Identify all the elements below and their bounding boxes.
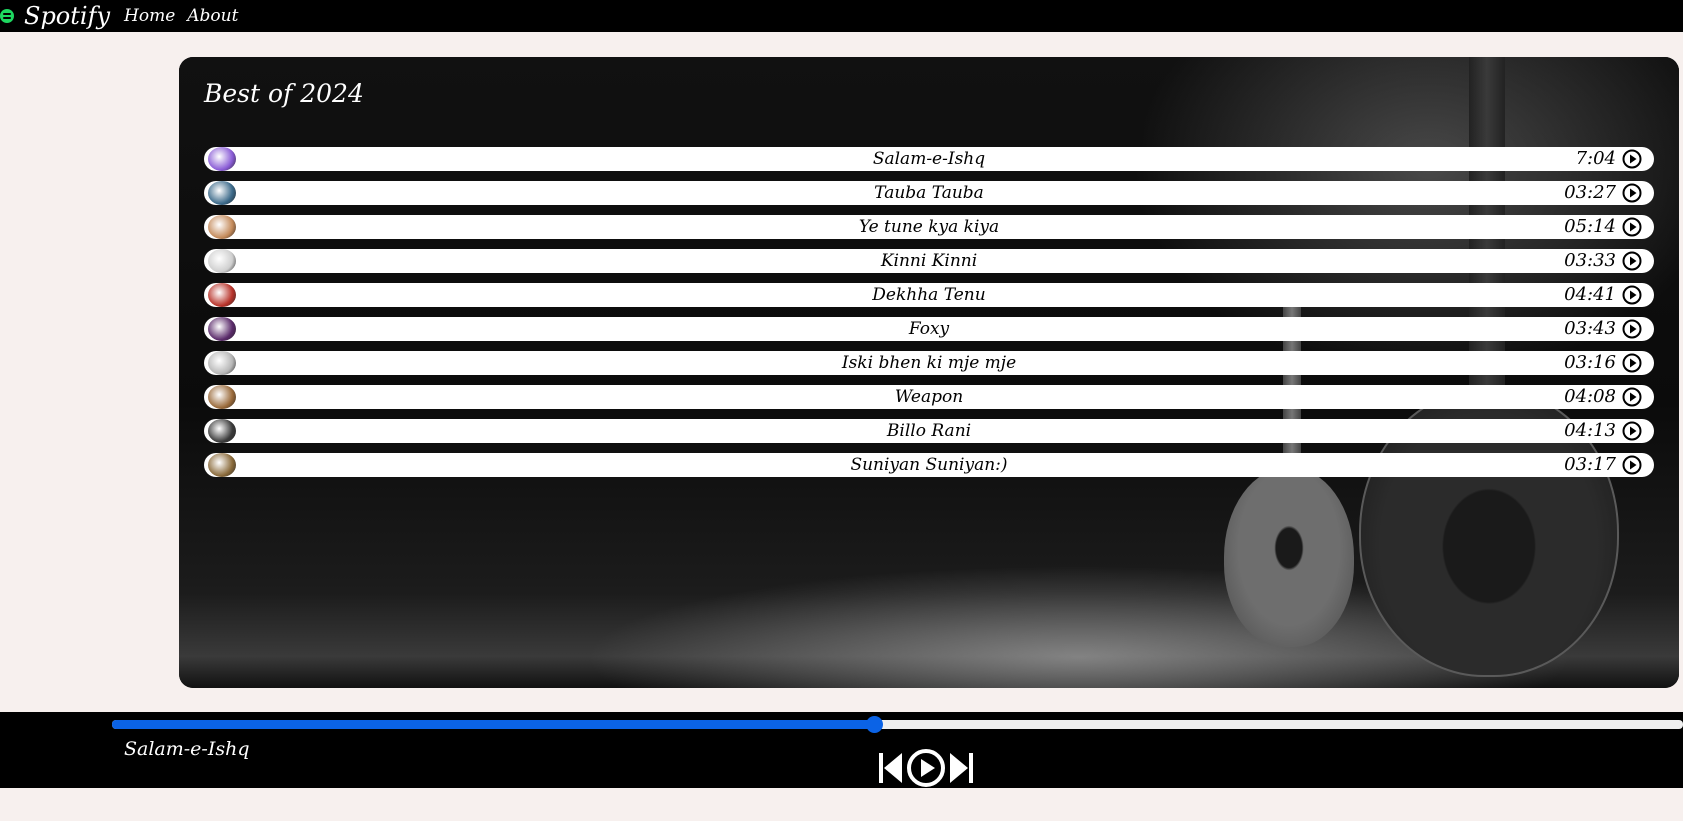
song-row[interactable]: Tauba Tauba 03:27: [204, 181, 1654, 205]
song-duration: 04:13: [1564, 420, 1616, 441]
play-circle-icon[interactable]: [1622, 421, 1642, 441]
song-duration: 03:33: [1564, 250, 1616, 271]
playlist-container: Best of 2024 Salam-e-Ishq 7:04 Tauba Tauba…: [179, 57, 1679, 688]
song-name: Foxy: [908, 319, 950, 339]
brand-name[interactable]: Spotify: [24, 2, 110, 30]
song-name: Billo Rani: [886, 421, 972, 441]
playback-controls: [878, 748, 974, 788]
song-name: Dekhha Tenu: [872, 285, 986, 305]
play-circle-icon[interactable]: [906, 748, 946, 788]
ukulele-body-decor: [1224, 467, 1354, 647]
song-name: Salam-e-Ishq: [872, 149, 986, 169]
next-icon[interactable]: [948, 751, 974, 785]
song-duration: 03:17: [1564, 454, 1616, 475]
play-circle-icon[interactable]: [1622, 455, 1642, 475]
song-duration: 05:14: [1564, 216, 1616, 237]
song-name: Weapon: [894, 387, 964, 407]
song-row[interactable]: Ye tune kya kiya 05:14: [204, 215, 1654, 239]
song-duration: 03:43: [1564, 318, 1616, 339]
song-list: Salam-e-Ishq 7:04 Tauba Tauba 03:27 Ye tune …: [204, 147, 1654, 487]
song-duration: 04:08: [1564, 386, 1616, 407]
song-row[interactable]: Salam-e-Ishq 7:04: [204, 147, 1654, 171]
progress-thumb[interactable]: [865, 716, 883, 733]
song-row[interactable]: Suniyan Suniyan:) 03:17: [204, 453, 1654, 477]
play-circle-icon[interactable]: [1622, 285, 1642, 305]
play-circle-icon[interactable]: [1622, 217, 1642, 237]
song-duration: 03:27: [1564, 182, 1616, 203]
progress-bar[interactable]: [112, 716, 1683, 733]
progress-fill: [112, 720, 874, 729]
player-bar: Salam-e-Ishq: [0, 712, 1683, 788]
playlist-title: Best of 2024: [204, 79, 364, 108]
nav-link-home[interactable]: Home: [124, 6, 175, 26]
play-circle-icon[interactable]: [1622, 387, 1642, 407]
song-row[interactable]: Foxy 03:43: [204, 317, 1654, 341]
now-playing-title: Salam-e-Ishq: [124, 738, 250, 760]
song-name: Suniyan Suniyan:): [850, 455, 1008, 475]
song-name: Tauba Tauba: [874, 183, 984, 203]
song-duration: 7:04: [1575, 148, 1616, 169]
play-circle-icon[interactable]: [1622, 353, 1642, 373]
song-row[interactable]: Iski bhen ki mje mje 03:16: [204, 351, 1654, 375]
play-circle-icon[interactable]: [1622, 251, 1642, 271]
song-row[interactable]: Kinni Kinni 03:33: [204, 249, 1654, 273]
song-row[interactable]: Dekhha Tenu 04:41: [204, 283, 1654, 307]
song-row[interactable]: Weapon 04:08: [204, 385, 1654, 409]
song-duration: 03:16: [1564, 352, 1616, 373]
song-name: Iski bhen ki mje mje: [841, 353, 1017, 373]
song-name: Kinni Kinni: [880, 251, 978, 271]
song-row[interactable]: Billo Rani 04:13: [204, 419, 1654, 443]
song-name: Ye tune kya kiya: [858, 217, 1000, 237]
play-circle-icon[interactable]: [1622, 319, 1642, 339]
song-duration: 04:41: [1564, 284, 1616, 305]
top-navbar: Spotify Home About: [0, 0, 1683, 32]
play-circle-icon[interactable]: [1622, 183, 1642, 203]
spotify-logo-icon[interactable]: [0, 9, 14, 23]
nav-link-about[interactable]: About: [187, 6, 238, 26]
previous-icon[interactable]: [878, 751, 904, 785]
play-circle-icon[interactable]: [1622, 149, 1642, 169]
